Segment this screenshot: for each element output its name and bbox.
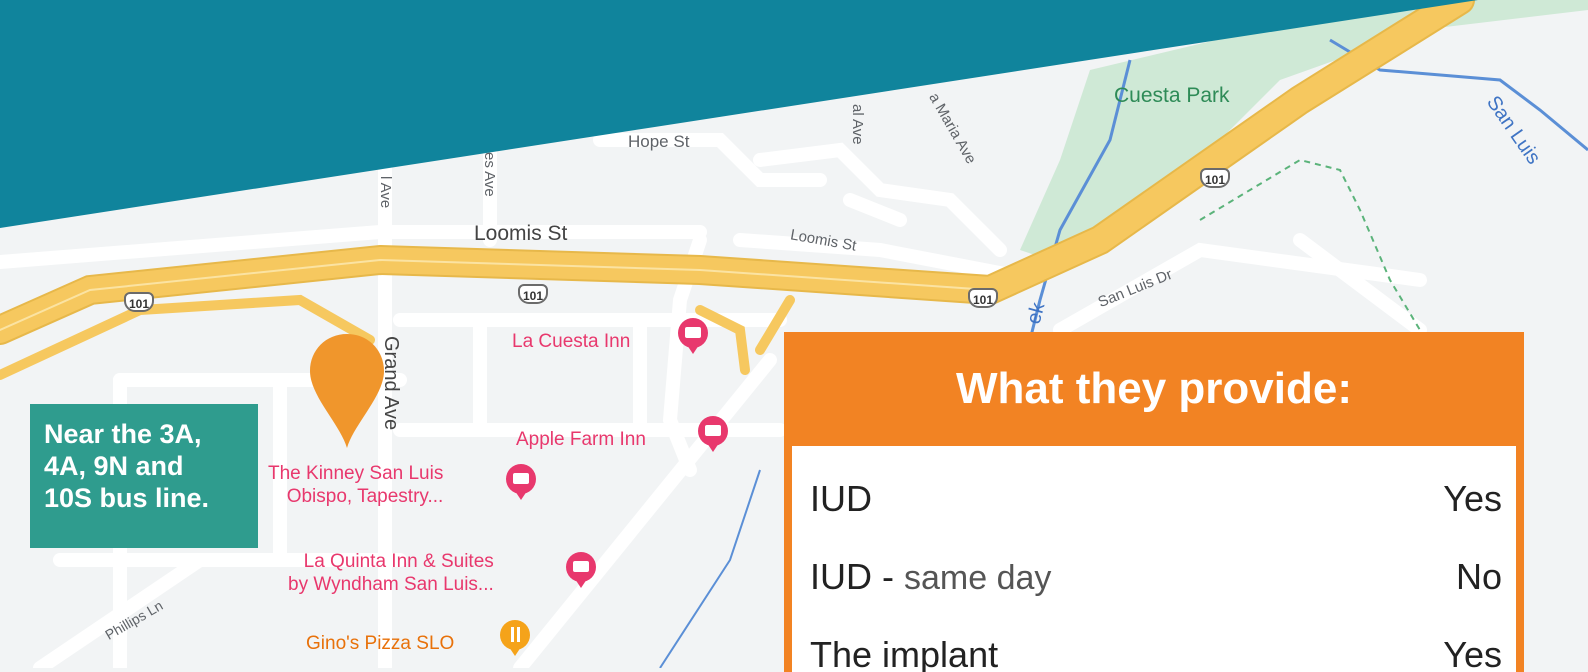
provide-panel: What they provide: IUD Yes IUD - same da… bbox=[784, 332, 1524, 672]
service-label: IUD - same day bbox=[810, 556, 1052, 597]
callout-line-1: Near the 3A, bbox=[44, 419, 202, 449]
callout-line-2: 4A, 9N and bbox=[44, 451, 184, 481]
panel-body: IUD Yes IUD - same day No The implant Ye… bbox=[792, 446, 1516, 672]
service-value: Yes bbox=[1443, 478, 1502, 519]
service-label: IUD bbox=[810, 478, 872, 519]
service-label: The implant bbox=[810, 634, 999, 672]
callout-line-3: 10S bus line. bbox=[44, 483, 210, 513]
location-pin-icon[interactable] bbox=[310, 334, 384, 448]
service-row-implant: The implant Yes bbox=[810, 634, 1502, 672]
panel-title: What they provide: bbox=[955, 364, 1353, 413]
service-row-iud-same-day: IUD - same day No bbox=[810, 556, 1502, 616]
service-value: Yes bbox=[1443, 634, 1502, 672]
service-qualifier: same day bbox=[904, 559, 1052, 597]
service-row-iud: IUD Yes bbox=[810, 478, 1502, 538]
service-value: No bbox=[1455, 556, 1502, 597]
bus-line-callout: Near the 3A, 4A, 9N and 10S bus line. bbox=[30, 404, 258, 548]
